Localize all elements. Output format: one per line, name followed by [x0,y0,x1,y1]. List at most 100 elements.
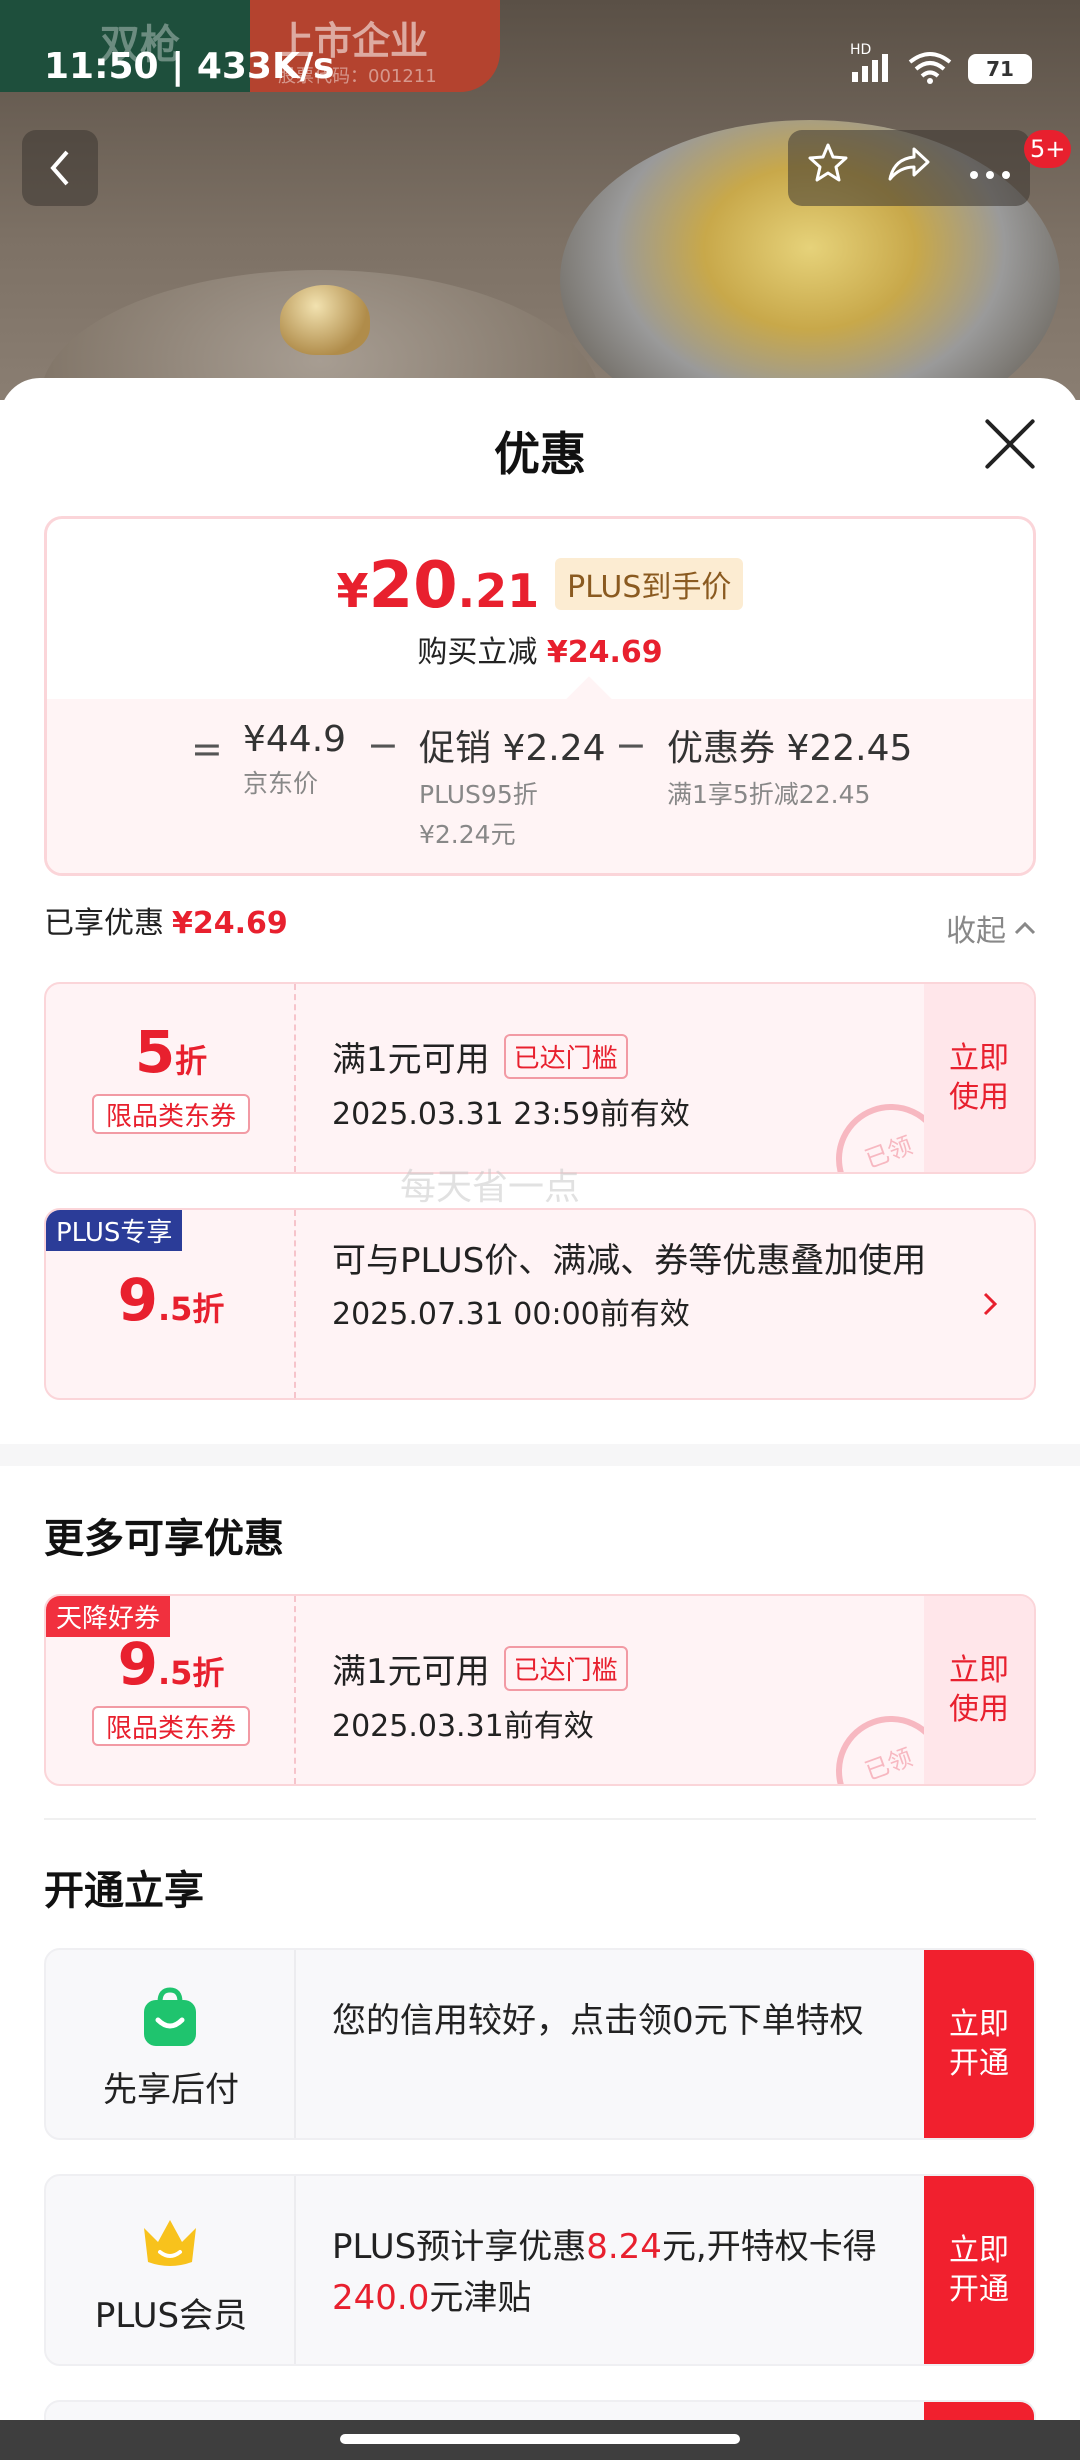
activate-now-button[interactable]: 立即 开通 [924,2176,1034,2364]
coupon-type-tag: 限品类东券 [92,1706,250,1746]
threshold-reached-badge: 已达门槛 [503,1646,628,1691]
battery-level: 71 [986,57,1014,81]
plus-discount-desc: 可与PLUS价、满减、券等优惠叠加使用 [332,1241,927,1281]
lucky-coupon-ribbon: 天降好券 [46,1596,171,1637]
plus-member-name: PLUS会员 [94,2296,248,2336]
discount-value: 9 [117,1266,158,1334]
share-icon [888,147,930,181]
lid-knob [280,285,370,355]
coupon-expiry: 2025.07.31 00:00前有效 [332,1297,690,1332]
coupon-info: 满1元可用 已达门槛 2025.03.31前有效 [332,1644,932,1745]
save-amount: ¥24.69 [546,635,663,670]
coupon-amount: 优惠券 ¥22.45 [667,728,913,769]
coupon-expiry: 2025.03.31 23:59前有效 [332,1097,690,1132]
plus-desc-post: 元津贴 [429,2278,532,2318]
crown-icon [138,2210,202,2274]
coupon-title-row: 满1元可用 已达门槛 [332,1032,932,1081]
enjoyed-amount: ¥24.69 [172,906,288,941]
chevron-right-icon [982,1286,998,1326]
discount-sheet: 优惠 ¥ 20 .21 PLUS到手价 购买立减 ¥24.69 = ¥44.9 … [0,378,1080,2422]
discount-unit: .5折 [157,1290,225,1328]
message-badge: 5+ [1024,130,1072,168]
coupon-expiry: 2025.03.31前有效 [332,1709,594,1744]
jd-price-item: ¥44.9 京东价 [243,719,346,800]
coupon-info: 满1元可用 已达门槛 2025.03.31 23:59前有效 [332,1032,932,1133]
coupon-item: 优惠券 ¥22.45 满1享5折减22.45 [667,719,912,811]
threshold-reached-badge: 已达门槛 [503,1034,628,1079]
top-action-group [788,130,1030,206]
coupon-card[interactable]: 9.5折 限品类东券 天降好券 满1元可用 已达门槛 2025.03.31前有效… [44,1594,1036,1786]
coupon-threshold: 满1元可用 [332,1652,490,1692]
signal-icon: HD [850,42,892,87]
back-button[interactable] [22,130,98,206]
activate-now-button-partial[interactable] [924,2402,1034,2422]
chevron-up-icon [1014,921,1036,935]
shopping-bag-icon [138,1984,202,2048]
battery-icon: 71 [968,54,1032,84]
discount-value: 5 [134,1018,176,1086]
promo-amount: 促销 ¥2.24 [419,728,606,769]
final-price: ¥ 20 .21 PLUS到手价 [47,549,1033,623]
pay-later-card[interactable]: 先享后付 您的信用较好，点击领0元下单特权 立即 开通 [44,1948,1036,2140]
price-summary-card: ¥ 20 .21 PLUS到手价 购买立减 ¥24.69 = ¥44.9 京东价… [44,516,1036,876]
collapse-button[interactable]: 收起 [946,906,1036,950]
favorite-button[interactable] [806,141,850,195]
collapse-label: 收起 [946,914,1006,949]
coupon-discount: 5折 [46,1018,296,1086]
coupon-detail: 满1享5折减22.45 [667,780,871,809]
instant-discount: 购买立减 ¥24.69 [47,627,1033,671]
coupon-discount: 9.5折 [46,1266,296,1334]
minus-sign: − [615,723,647,767]
more-discounts-title: 更多可享优惠 [44,1516,284,1562]
sheet-title: 优惠 [494,427,586,481]
status-icons: HD 71 [850,42,1032,88]
home-indicator[interactable] [340,2434,740,2444]
discount-value: 9 [117,1630,158,1698]
status-bar: 11:50 | 433K/s HD 71 [0,0,1080,140]
coupon-card[interactable]: 5折 限品类东券 满1元可用 已达门槛 2025.03.31 23:59前有效 … [44,982,1036,1174]
plus-member-desc: PLUS预计享优惠8.24元,开特权卡得 240.0元津贴 [332,2222,912,2324]
use-now-button[interactable]: 立即 使用 [924,1596,1034,1784]
jd-price: ¥44.9 [243,719,347,760]
section-divider [0,1444,1080,1466]
plus-discount-amount: 8.24 [586,2227,662,2267]
discount-unit: .5折 [157,1654,225,1692]
price-decimal: .21 [457,564,540,618]
coupon-type-tag: 限品类东券 [92,1094,250,1134]
plus-member-brand: PLUS会员 [46,2176,296,2364]
network-speed: 433K/s [196,46,335,87]
price-currency: ¥ [336,564,369,618]
close-icon[interactable] [980,414,1040,474]
plus-desc-mid: 元,开特权卡得 [661,2227,877,2267]
pay-later-name: 先享后付 [103,2070,239,2110]
save-label: 购买立减 [417,635,538,670]
plus-desc-pre: PLUS预计享优惠 [332,2227,587,2267]
clock-text: 11:50 [44,46,159,87]
price-integer: 20 [368,549,458,623]
plus-exclusive-ribbon: PLUS专享 [46,1210,183,1251]
coupon-discount: 9.5折 [46,1630,296,1698]
star-icon [808,143,848,182]
discount-unit: 折 [175,1042,208,1080]
coupon-discount-area: 5折 限品类东券 [46,984,296,1172]
plus-discount-info: 可与PLUS价、满减、券等优惠叠加使用 2025.07.31 00:00前有效 [332,1236,932,1333]
coupon-title-row: 满1元可用 已达门槛 [332,1644,932,1693]
status-time: 11:50 | 433K/s [44,46,335,87]
activate-title: 开通立享 [44,1868,204,1914]
coupon-threshold: 满1元可用 [332,1040,490,1080]
activate-now-button[interactable]: 立即 开通 [924,1950,1034,2138]
plus-member-card[interactable]: PLUS会员 PLUS预计享优惠8.24元,开特权卡得 240.0元津贴 立即 开通 [44,2174,1036,2366]
more-icon [970,171,1010,179]
plus-discount-card[interactable]: 9.5折 PLUS专享 可与PLUS价、满减、券等优惠叠加使用 2025.07.… [44,1208,1036,1400]
enjoyed-discount: 已享优惠 ¥24.69 [44,898,288,942]
minus-sign: − [367,723,399,767]
plus-price-tag: PLUS到手价 [555,558,744,610]
watermark-text: 每天省一点 [400,1167,581,1208]
jd-price-label: 京东价 [243,769,319,798]
share-button[interactable] [886,143,932,193]
use-now-button[interactable]: 立即 使用 [924,984,1034,1172]
section-divider-line [44,1818,1036,1820]
more-button[interactable] [968,145,1012,191]
next-activate-card[interactable] [44,2400,1036,2422]
pay-later-desc: 您的信用较好，点击领0元下单特权 [332,2001,864,2041]
